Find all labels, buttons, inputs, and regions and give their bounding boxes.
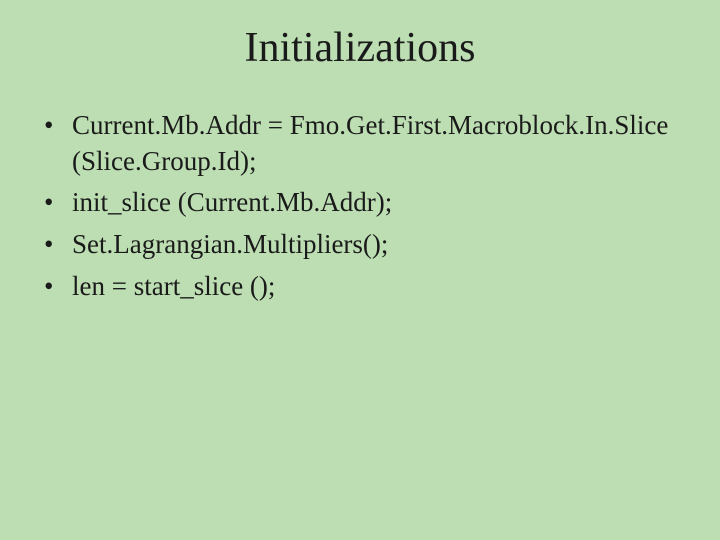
list-item: len = start_slice (); [44,269,680,305]
bullet-list: Current.Mb.Addr = Fmo.Get.First.Macroblo… [40,108,680,304]
slide: Initializations Current.Mb.Addr = Fmo.Ge… [0,0,720,540]
slide-title: Initializations [40,24,680,72]
list-item: Set.Lagrangian.Multipliers(); [44,227,680,263]
list-item: Current.Mb.Addr = Fmo.Get.First.Macroblo… [44,108,680,179]
list-item: init_slice (Current.Mb.Addr); [44,185,680,221]
